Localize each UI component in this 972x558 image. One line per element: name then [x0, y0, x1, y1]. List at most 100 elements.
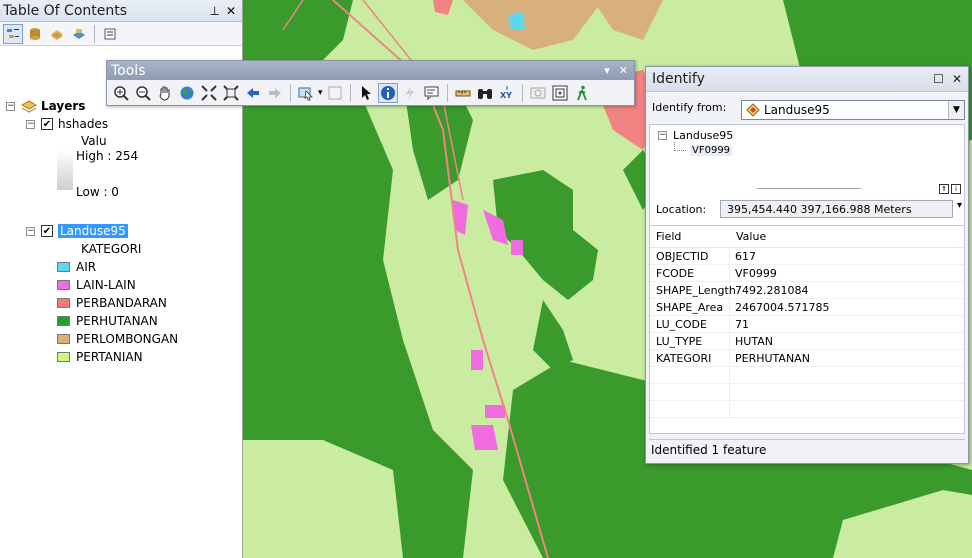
legend-item[interactable]: PERBANDARAN [57, 296, 167, 310]
identify-window[interactable]: Identify ☐ ✕ Identify from: Landuse95 ▼ … [645, 66, 969, 464]
tree-layer-node[interactable]: − Landuse95 [658, 129, 733, 142]
legend-label: PERTANIAN [76, 350, 143, 364]
collapse-icon[interactable]: − [26, 119, 35, 129]
legend-swatch[interactable] [57, 280, 70, 290]
splitter[interactable]: ⇑ i [649, 184, 965, 196]
identify-info-icon[interactable] [377, 83, 398, 103]
select-features-icon[interactable] [296, 83, 316, 103]
find-binoculars-icon[interactable] [475, 83, 495, 103]
table-row[interactable]: SHAPE_Area 2467004.571785 [650, 299, 964, 316]
field-cell: KATEGORI [650, 350, 730, 366]
collapse-icon[interactable]: − [658, 131, 667, 140]
legend-swatch[interactable] [57, 298, 70, 308]
toc-title: Table Of Contents [3, 2, 128, 19]
chevron-down-icon[interactable]: ▼ [948, 101, 964, 119]
close-icon[interactable]: ✕ [226, 4, 236, 18]
collapse-up-icon[interactable]: ⇑ [939, 184, 949, 194]
list-by-selection-icon[interactable] [69, 24, 89, 44]
identify-title-bar[interactable]: Identify ☐ ✕ [646, 67, 968, 92]
pan-hand-icon[interactable] [155, 83, 175, 103]
tree-feature-node[interactable]: VF0999 [690, 145, 733, 156]
tools-toolbar[interactable]: Tools ▾ ✕ ▾ XY [106, 60, 635, 106]
options-icon[interactable] [100, 24, 120, 44]
layers-root[interactable]: − Layers [6, 99, 85, 113]
table-row[interactable] [650, 401, 964, 418]
svg-text:XY: XY [500, 91, 512, 100]
legend-item[interactable]: PERTANIAN [57, 350, 143, 364]
table-row[interactable]: FCODE VF0999 [650, 265, 964, 282]
field-cell: OBJECTID [650, 248, 730, 264]
toolbar-separator [446, 84, 448, 102]
table-row[interactable]: KATEGORI PERHUTANAN [650, 350, 964, 367]
table-row[interactable] [650, 367, 964, 384]
list-by-source-icon[interactable] [25, 24, 45, 44]
layer-hshades[interactable]: − ✔ hshades [26, 117, 108, 131]
field-cell: SHAPE_Length [650, 282, 736, 298]
tools-title: Tools [111, 62, 146, 79]
layer-visibility-checkbox[interactable]: ✔ [41, 118, 53, 130]
table-row[interactable]: SHAPE_Length 7492.281084 [650, 282, 964, 299]
go-to-xy-icon[interactable]: XY [497, 83, 517, 103]
location-options-icon[interactable]: ▾ [957, 200, 962, 211]
identify-from-value: Landuse95 [764, 103, 830, 117]
walking-man-icon[interactable] [572, 83, 592, 103]
col-value-header[interactable]: Value [730, 226, 766, 247]
list-by-visibility-icon[interactable] [47, 24, 67, 44]
field-cell: LU_TYPE [650, 333, 730, 349]
table-row[interactable] [650, 384, 964, 401]
table-row[interactable]: OBJECTID 617 [650, 248, 964, 265]
pin-icon[interactable]: ⊥ [209, 4, 219, 18]
close-icon[interactable]: ✕ [952, 72, 962, 86]
back-arrow-icon[interactable] [243, 83, 263, 103]
identify-from-dropdown[interactable]: Landuse95 ▼ [741, 100, 965, 120]
toolbar-separator [94, 24, 95, 43]
menu-dropdown-icon[interactable]: ▾ [604, 64, 610, 77]
location-label: Location: [656, 203, 707, 216]
info-icon[interactable]: i [951, 184, 961, 194]
measure-ruler-icon[interactable] [453, 83, 473, 103]
legend-swatch[interactable] [57, 352, 70, 362]
hyperlink-lightning-icon[interactable] [400, 83, 420, 103]
legend-swatch[interactable] [57, 262, 70, 272]
value-cell: 2467004.571785 [735, 300, 830, 314]
table-row[interactable]: LU_CODE 71 [650, 316, 964, 333]
layer-landuse95[interactable]: − ✔ Landuse95 [26, 224, 128, 238]
value-cell: PERHUTANAN [735, 351, 810, 365]
legend-label: PERBANDARAN [76, 296, 167, 310]
legend-item[interactable]: PERLOMBONGAN [57, 332, 178, 346]
legend-field: KATEGORI [81, 242, 142, 256]
time-slider-icon[interactable] [528, 83, 548, 103]
legend-item[interactable]: PERHUTANAN [57, 314, 158, 328]
select-dropdown-icon[interactable]: ▾ [318, 88, 323, 98]
select-elements-arrow-icon[interactable] [356, 83, 376, 103]
legend-item[interactable]: AIR [57, 260, 96, 274]
fixed-zoom-out-icon[interactable] [221, 83, 241, 103]
maximize-icon[interactable]: ☐ [933, 72, 944, 86]
zoom-out-icon[interactable] [133, 83, 153, 103]
legend-item[interactable]: LAIN-LAIN [57, 278, 136, 292]
list-by-drawing-order-icon[interactable] [3, 23, 23, 44]
forward-arrow-icon[interactable] [265, 83, 285, 103]
collapse-icon[interactable]: − [26, 226, 35, 236]
table-row[interactable]: LU_TYPE HUTAN [650, 333, 964, 350]
layer-visibility-checkbox[interactable]: ✔ [41, 225, 53, 237]
identify-from-label: Identify from: [652, 101, 727, 114]
fixed-zoom-in-icon[interactable] [199, 83, 219, 103]
tools-title-bar[interactable]: Tools ▾ ✕ [107, 61, 634, 80]
collapse-icon[interactable]: − [6, 101, 15, 111]
legend-swatch[interactable] [57, 316, 70, 326]
clear-selection-icon[interactable] [325, 83, 345, 103]
splitter-buttons: ⇑ i [939, 184, 961, 194]
field-cell: FCODE [650, 265, 730, 281]
legend-swatch[interactable] [57, 334, 70, 344]
html-popup-icon[interactable] [422, 83, 442, 103]
full-extent-globe-icon[interactable] [177, 83, 197, 103]
identify-title: Identify [652, 71, 705, 87]
layer-diamond-icon [746, 103, 760, 117]
close-icon[interactable]: ✕ [619, 64, 628, 77]
col-field-header[interactable]: Field [650, 226, 730, 247]
zoom-in-icon[interactable] [111, 83, 131, 103]
status-bar: Identified 1 feature [649, 439, 965, 460]
grid-header: Field Value [650, 226, 964, 248]
create-viewer-window-icon[interactable] [550, 83, 570, 103]
